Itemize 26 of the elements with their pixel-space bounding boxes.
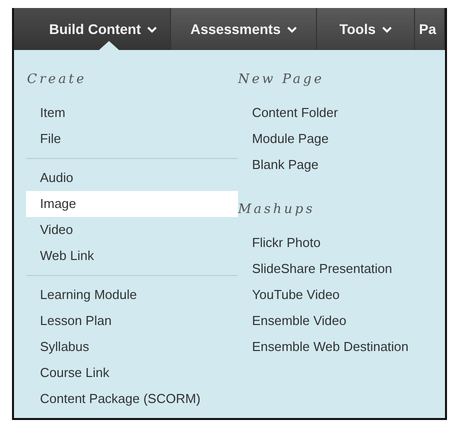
menu-tab[interactable]: Tools: [317, 8, 415, 50]
section-heading: Mashups: [238, 201, 315, 219]
menu-tab[interactable]: Pa: [415, 8, 445, 50]
menu-item[interactable]: Syllabus: [26, 334, 238, 360]
menu-item[interactable]: Learning Module: [26, 282, 238, 308]
menu-tab[interactable]: Build Content: [14, 8, 171, 50]
menu-item[interactable]: File: [26, 126, 238, 152]
menu-item[interactable]: Item: [26, 100, 238, 126]
menu-item[interactable]: YouTube Video: [238, 282, 445, 308]
section-heading: New Page: [238, 71, 324, 89]
menu-item[interactable]: Lesson Plan: [26, 308, 238, 334]
menu-item[interactable]: Image: [26, 191, 238, 217]
menu-item[interactable]: Content Package (SCORM): [26, 386, 238, 412]
menu-item[interactable]: Web Link: [26, 243, 238, 269]
menu-item[interactable]: Course Link: [26, 360, 238, 386]
menu-item[interactable]: Ensemble Web Destination: [238, 334, 445, 360]
menu-item[interactable]: Content Folder: [238, 100, 445, 126]
menu-tab[interactable]: Assessments: [171, 8, 317, 50]
menu-item[interactable]: Flickr Photo: [238, 230, 445, 256]
menu-item[interactable]: Audio: [26, 165, 238, 191]
menu-item[interactable]: Ensemble Video: [238, 308, 445, 334]
menu-item[interactable]: Module Page: [238, 126, 445, 152]
menu-item[interactable]: Blank Page: [238, 152, 445, 178]
menu-item[interactable]: SlideShare Presentation: [238, 256, 445, 282]
menu-item[interactable]: Video: [26, 217, 238, 243]
section-heading: Create: [26, 71, 87, 89]
